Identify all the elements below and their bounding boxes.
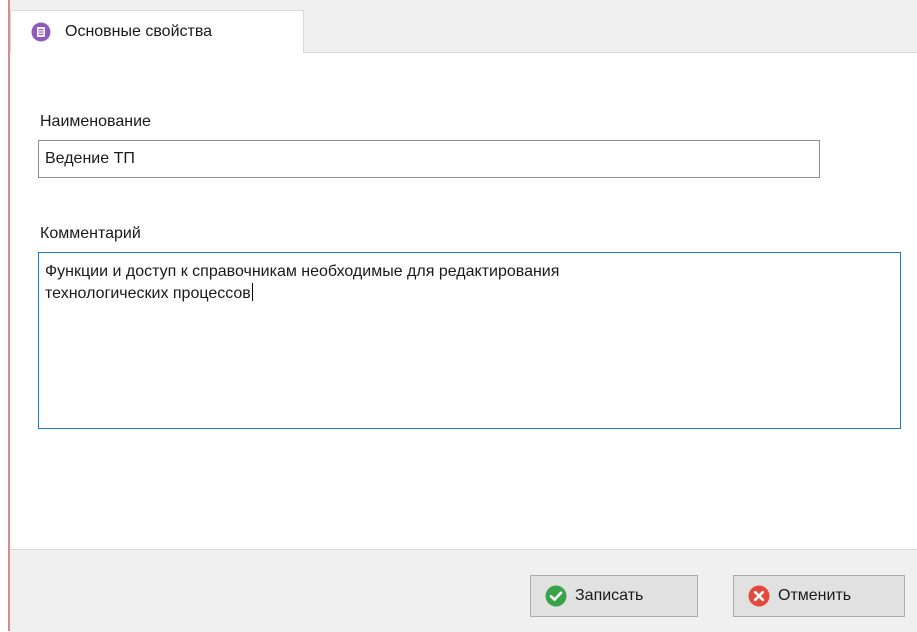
save-button[interactable]: Записать [530, 575, 698, 617]
name-field-value: Ведение ТП [45, 150, 135, 167]
check-circle-icon [545, 585, 567, 607]
name-field[interactable]: Ведение ТП [38, 140, 820, 178]
window-edge [8, 0, 10, 631]
properties-dialog: Основные свойства Наименование Ведение Т… [0, 0, 917, 632]
tab-main-properties[interactable]: Основные свойства [10, 10, 304, 53]
comment-textarea[interactable]: Функции и доступ к справочникам необходи… [38, 252, 901, 429]
comment-label: Комментарий [40, 225, 141, 242]
name-label: Наименование [40, 113, 151, 130]
cancel-button-label: Отменить [778, 587, 852, 604]
text-cursor [251, 283, 253, 301]
comment-text: Функции и доступ к справочникам необходи… [45, 263, 560, 302]
document-list-icon [31, 22, 51, 42]
tab-label: Основные свойства [65, 23, 213, 40]
close-circle-icon [748, 585, 770, 607]
cancel-button[interactable]: Отменить [733, 575, 905, 617]
save-button-label: Записать [575, 587, 644, 604]
